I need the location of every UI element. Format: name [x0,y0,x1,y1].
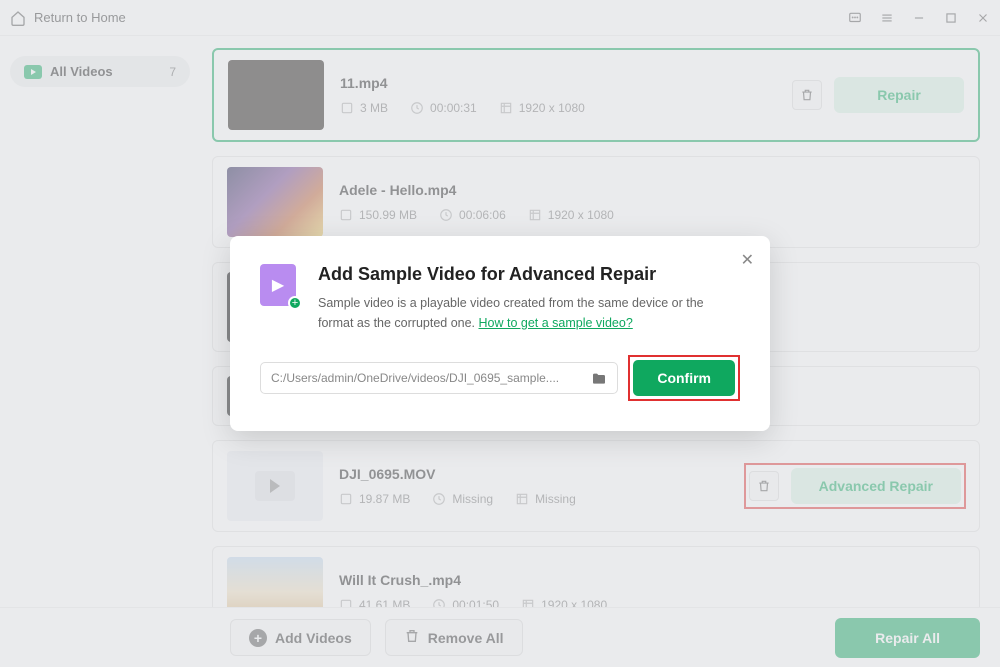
add-sample-modal: ✕ ▶ + Add Sample Video for Advanced Repa… [230,236,770,431]
modal-title: Add Sample Video for Advanced Repair [318,264,740,285]
plus-badge-icon: + [288,296,302,310]
confirm-highlight: Confirm [628,355,740,401]
confirm-button[interactable]: Confirm [633,360,735,396]
sample-video-icon: ▶ + [260,264,300,308]
modal-description: Sample video is a playable video created… [318,293,740,333]
close-modal-button[interactable]: ✕ [741,250,754,270]
sample-path-input[interactable] [271,371,585,385]
how-to-link[interactable]: How to get a sample video? [479,316,633,330]
modal-overlay: ✕ ▶ + Add Sample Video for Advanced Repa… [0,0,1000,667]
folder-icon[interactable] [591,371,607,385]
sample-path-input-wrap[interactable] [260,362,618,394]
